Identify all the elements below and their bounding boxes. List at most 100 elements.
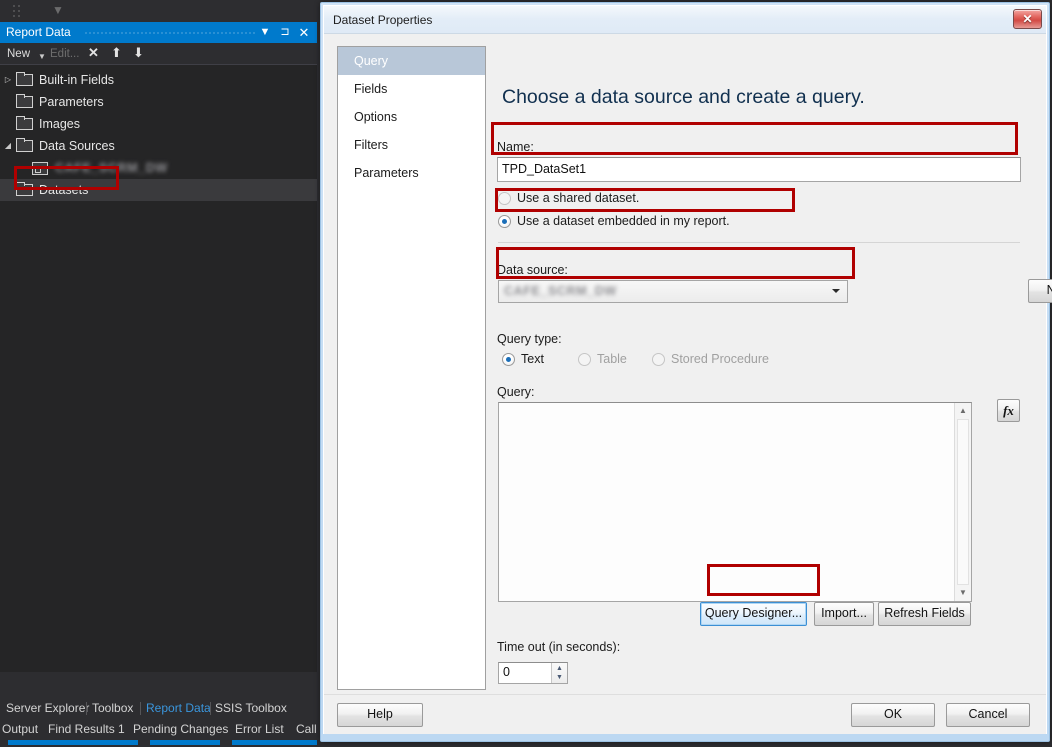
tree-item-data-source-instance[interactable]: CAFE_SCRM_DW [0, 157, 317, 179]
tree-item-label: Images [39, 117, 80, 131]
scroll-up-arrow-icon[interactable]: ▲ [955, 404, 971, 418]
toolbar-overflow-chevron-icon[interactable]: ▼ [52, 4, 64, 16]
nav-item-fields[interactable]: Fields [338, 75, 485, 103]
spinner-down-icon[interactable]: ▼ [552, 673, 567, 682]
radio-indicator [652, 352, 665, 366]
dialog-title-label: Dataset Properties [333, 13, 433, 27]
tab-divider [86, 702, 87, 715]
new-button[interactable]: New [7, 46, 30, 62]
tree-item-label: Built-in Fields [39, 73, 115, 87]
dialog-footer: Help OK Cancel [324, 694, 1046, 734]
tab-toolbox[interactable]: Toolbox [92, 700, 133, 717]
expander-collapsed-icon[interactable]: ▷ [0, 69, 16, 91]
spinner-buttons[interactable]: ▲ ▼ [551, 663, 567, 683]
ok-button[interactable]: OK [851, 703, 935, 727]
report-data-panel: Report Data ▼ ⊐ ✕ New ▼ Edit... ✕ ⬆ ⬇ ▷ … [0, 22, 317, 672]
tree-item-label: Datasets [39, 183, 89, 197]
tab-divider [140, 702, 141, 715]
panel-pin-icon[interactable]: ⊐ [277, 24, 293, 41]
tab-error-list[interactable]: Error List [235, 721, 284, 738]
tree-item-data-sources[interactable]: ◢ Data Sources [0, 135, 317, 157]
query-type-stored-procedure-radio[interactable]: Stored Procedure [652, 352, 769, 366]
radio-label: Stored Procedure [671, 352, 769, 366]
radio-indicator [578, 352, 591, 366]
query-settings-pane: Choose a data source and create a query.… [492, 46, 1052, 690]
query-textarea[interactable]: ▲ ▼ [498, 402, 972, 602]
timeout-label: Time out (in seconds): [497, 640, 621, 654]
help-button[interactable]: Help [337, 703, 423, 727]
tab-divider [210, 702, 211, 715]
data-source-label: Data source: [497, 263, 568, 277]
nav-item-options[interactable]: Options [338, 103, 485, 131]
radio-label: Table [597, 352, 627, 366]
query-label: Query: [497, 385, 535, 399]
drag-handle-dots-icon [13, 5, 29, 17]
embedded-dataset-radio[interactable]: Use a dataset embedded in my report. [498, 214, 730, 228]
scroll-down-arrow-icon[interactable]: ▼ [955, 586, 971, 600]
tree-item-images[interactable]: Images [0, 113, 317, 135]
new-dropdown-caret-icon[interactable]: ▼ [38, 49, 46, 65]
nav-item-query[interactable]: Query [338, 47, 485, 75]
section-divider [498, 242, 1020, 243]
folder-icon [16, 182, 33, 196]
timeout-spinner[interactable]: 0 ▲ ▼ [498, 662, 568, 684]
expander-expanded-icon[interactable]: ◢ [0, 135, 16, 157]
panel-close-icon[interactable]: ✕ [296, 24, 312, 41]
cancel-button[interactable]: Cancel [946, 703, 1030, 727]
panel-title-dots-decoration [84, 31, 255, 34]
data-source-combobox[interactable]: CAFE_SCRM_DW [498, 280, 848, 303]
dialog-nav-list: Query Fields Options Filters Parameters [337, 46, 486, 690]
tree-item-built-in-fields[interactable]: ▷ Built-in Fields [0, 69, 317, 91]
radio-label: Use a dataset embedded in my report. [517, 214, 730, 228]
dialog-close-button[interactable]: ✕ [1013, 9, 1042, 29]
move-down-icon[interactable]: ⬇ [133, 45, 144, 61]
query-vertical-scrollbar[interactable]: ▲ ▼ [954, 403, 971, 601]
import-button[interactable]: Import... [814, 602, 874, 626]
screenshot-root: ▼ Report Data ▼ ⊐ ✕ New ▼ Edit... ✕ ⬆ ⬇ … [0, 0, 1052, 747]
dataset-name-input[interactable]: TPD_DataSet1 [497, 157, 1021, 182]
folder-icon [16, 94, 33, 108]
chevron-down-icon [832, 289, 840, 293]
tree-item-datasets[interactable]: Datasets [0, 179, 317, 201]
folder-icon [16, 138, 33, 152]
nav-item-parameters[interactable]: Parameters [338, 159, 485, 187]
panel-dropdown-icon[interactable]: ▼ [257, 24, 273, 41]
pane-heading: Choose a data source and create a query. [502, 86, 865, 108]
report-data-toolbar: New ▼ Edit... ✕ ⬆ ⬇ [0, 43, 317, 65]
query-designer-button[interactable]: Query Designer... [700, 602, 807, 626]
expression-fx-button[interactable]: fx [997, 399, 1020, 422]
tree-item-label: Parameters [39, 95, 104, 109]
radio-label: Use a shared dataset. [517, 191, 640, 205]
shared-dataset-radio[interactable]: Use a shared dataset. [498, 191, 639, 205]
tab-report-data[interactable]: Report Data [146, 700, 211, 717]
query-type-table-radio[interactable]: Table [578, 352, 627, 366]
tab-pending-changes[interactable]: Pending Changes [133, 721, 228, 738]
spinner-up-icon[interactable]: ▲ [552, 664, 567, 673]
database-icon [32, 161, 48, 175]
radio-indicator [498, 191, 511, 205]
report-data-tree: ▷ Built-in Fields Parameters Images ◢ Da… [0, 65, 317, 669]
scroll-track[interactable] [957, 419, 969, 585]
delete-icon[interactable]: ✕ [88, 45, 99, 61]
move-up-icon[interactable]: ⬆ [111, 45, 122, 61]
tab-ssis-toolbox[interactable]: SSIS Toolbox [215, 700, 287, 717]
edit-button[interactable]: Edit... [50, 46, 79, 62]
name-label: Name: [497, 140, 534, 154]
query-type-label: Query type: [497, 332, 562, 346]
query-type-text-radio[interactable]: Text [502, 352, 544, 366]
dialog-body: Query Fields Options Filters Parameters … [324, 34, 1052, 694]
panel-title-label: Report Data [6, 25, 71, 39]
tab-server-explorer[interactable]: Server Explorer [6, 700, 89, 717]
nav-item-filters[interactable]: Filters [338, 131, 485, 159]
close-icon: ✕ [1022, 12, 1033, 26]
tab-find-results[interactable]: Find Results 1 [48, 721, 125, 738]
tab-output[interactable]: Output [2, 721, 38, 738]
radio-label: Text [521, 352, 544, 366]
refresh-fields-button[interactable]: Refresh Fields [878, 602, 971, 626]
tree-item-label: Data Sources [39, 139, 115, 153]
tree-item-label-redacted: CAFE_SCRM_DW [55, 161, 168, 175]
radio-indicator [498, 214, 511, 228]
tree-item-parameters[interactable]: Parameters [0, 91, 317, 113]
folder-icon [16, 72, 33, 86]
new-data-source-button[interactable]: New... [1028, 279, 1052, 303]
